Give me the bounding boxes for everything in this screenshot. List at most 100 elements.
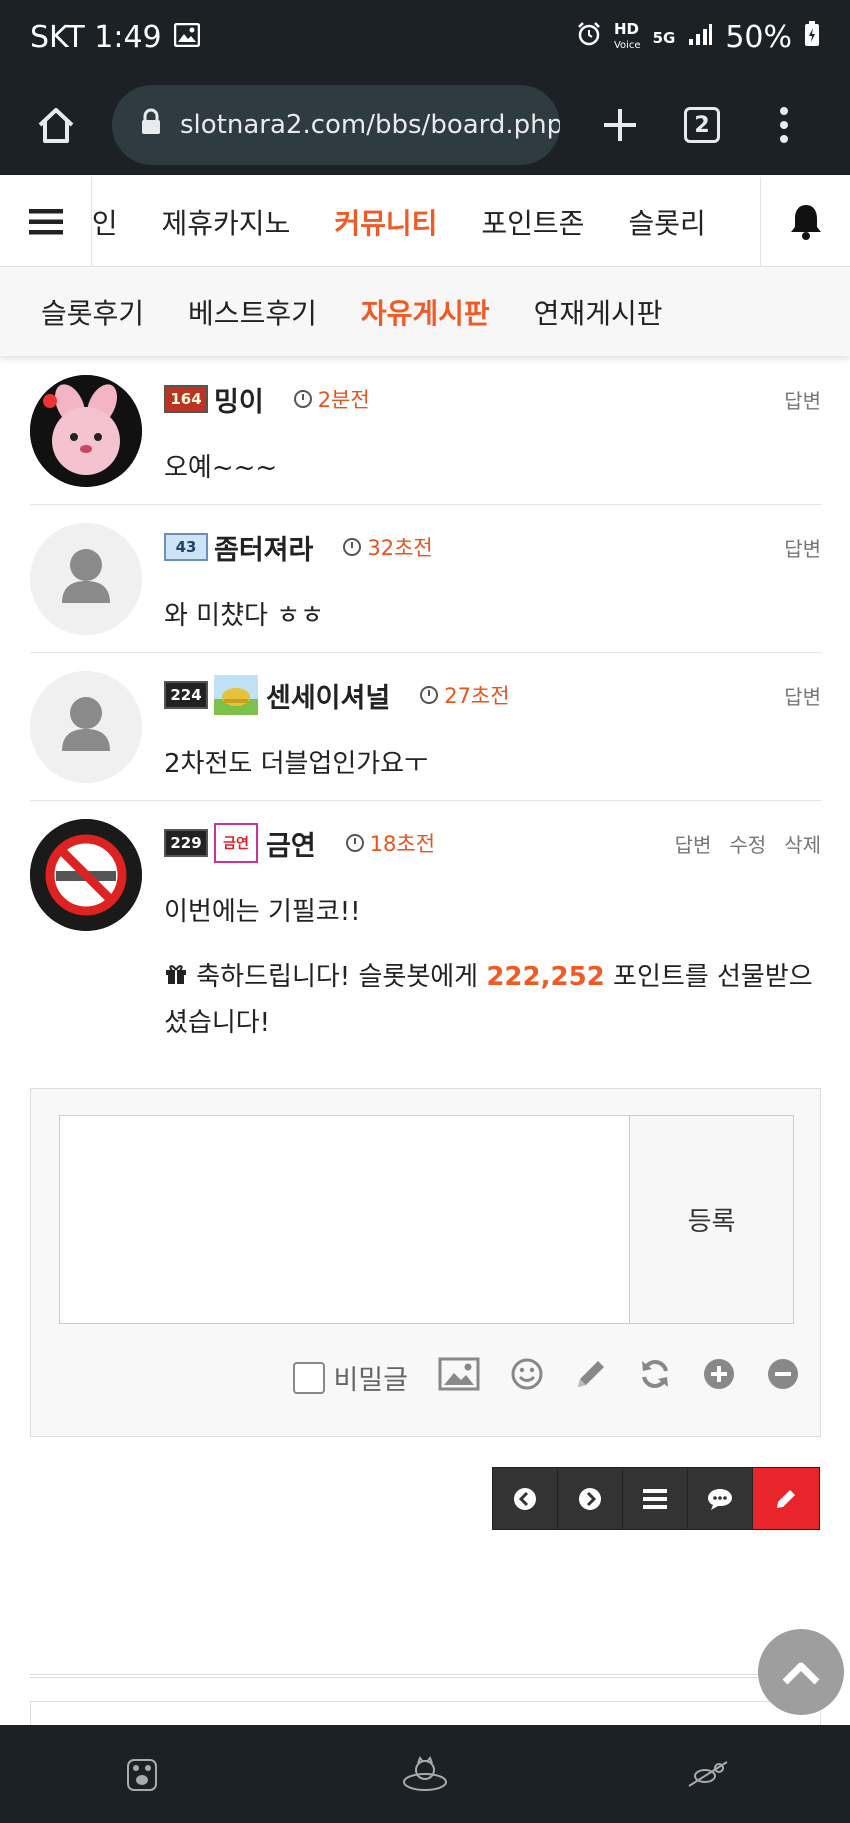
comment-item: 164 밍이 2분전 답변 오예~~~ <box>30 357 821 505</box>
secret-checkbox[interactable]: 비밀글 <box>293 1358 408 1397</box>
comment-textarea[interactable] <box>59 1115 630 1324</box>
next-post-button[interactable] <box>558 1468 623 1529</box>
shrink-minus-icon[interactable] <box>766 1357 800 1398</box>
hamburger-menu-icon[interactable] <box>0 176 92 267</box>
level-badge: 43 <box>164 533 208 561</box>
comment-time: 27초전 <box>420 680 510 710</box>
gift-icon <box>164 962 188 992</box>
comment-text: 오예~~~ <box>164 453 278 483</box>
comment-text: 와 미챴다 ㅎㅎ <box>164 601 325 631</box>
comment-item: 224 센세이셔널 27초전 답변 2차전도 더블업인가요ㅜ <box>30 653 821 801</box>
section-divider <box>30 1674 821 1678</box>
edit-link[interactable]: 수정 <box>729 829 766 858</box>
nav-item-slot[interactable]: 슬롯리 <box>628 202 705 242</box>
carrier-time: SKT 1:49 <box>30 20 162 55</box>
comment-nickname[interactable]: 밍이 <box>214 380 264 419</box>
reply-link[interactable]: 답변 <box>784 681 821 710</box>
no-smoking-avatar <box>30 819 142 931</box>
scroll-top-button[interactable] <box>758 1629 844 1715</box>
comment-actions: 답변 <box>784 681 821 710</box>
comment-list: 164 밍이 2분전 답변 오예~~~ 43 좀터져라 32초전 답변 와 미챴… <box>30 357 821 1066</box>
comment-text: 이번에는 기필코!! <box>164 897 361 927</box>
emoticon-icon[interactable] <box>510 1357 544 1398</box>
comment-nickname[interactable]: 좀터져라 <box>214 528 313 567</box>
avatar <box>30 523 142 635</box>
pencil-icon[interactable] <box>574 1357 608 1398</box>
gallery-icon <box>173 20 200 55</box>
new-tab-icon[interactable] <box>590 95 650 155</box>
secret-label: 비밀글 <box>333 1365 408 1396</box>
comment-nickname[interactable]: 센세이셔널 <box>266 676 390 715</box>
url-text: slotnara2.com/bbs/board.php <box>180 110 560 140</box>
lock-icon <box>140 108 162 143</box>
comment-time: 32초전 <box>343 532 433 562</box>
battery-icon <box>804 20 820 55</box>
clock-icon <box>345 834 364 852</box>
comment-form: 등록 비밀글 <box>30 1088 821 1437</box>
cat-toy-icon[interactable] <box>678 1744 738 1804</box>
home-icon[interactable] <box>26 95 86 155</box>
nav-item-point-zone[interactable]: 포인트존 <box>481 202 584 242</box>
sub-nav: 슬롯후기 베스트후기 자유게시판 연재게시판 <box>0 268 850 356</box>
tab-switcher-button[interactable]: 2 <box>672 95 732 155</box>
reply-link[interactable]: 답변 <box>675 829 712 858</box>
browser-toolbar: slotnara2.com/bbs/board.php 2 <box>0 75 850 175</box>
cat-bowl-icon[interactable] <box>395 1744 455 1804</box>
avatar <box>30 375 142 487</box>
delete-link[interactable]: 삭제 <box>784 829 821 858</box>
reply-link[interactable]: 답변 <box>784 385 821 414</box>
paw-icon[interactable] <box>112 1744 172 1804</box>
reply-link[interactable]: 답변 <box>784 533 821 562</box>
subnav-free-board[interactable]: 자유게시판 <box>361 292 490 332</box>
comment-text: 2차전도 더블업인가요ㅜ <box>164 749 429 779</box>
clock-icon <box>293 390 312 408</box>
comment-button[interactable] <box>688 1468 753 1529</box>
level-badge: 164 <box>164 385 208 413</box>
main-nav: 메인 제휴카지노 커뮤니티 포인트존 슬롯리 <box>0 176 850 267</box>
nav-item-community[interactable]: 커뮤니티 <box>334 202 437 242</box>
tab-count: 2 <box>684 107 720 143</box>
comment-nickname[interactable]: 금연 <box>266 824 316 863</box>
comment-actions: 답변 <box>784 385 821 414</box>
address-bar[interactable]: slotnara2.com/bbs/board.php <box>112 85 560 165</box>
avatar <box>30 671 142 783</box>
custom-badge: 금연 <box>214 823 258 863</box>
comment-time: 2분전 <box>293 384 370 414</box>
nav-item-main[interactable]: 메인 <box>92 202 118 242</box>
gift-prefix: 축하드립니다! 슬롯봇에게 <box>196 962 479 992</box>
network-type: 5G <box>652 28 676 47</box>
list-button[interactable] <box>623 1468 688 1529</box>
signal-icon <box>687 20 713 55</box>
more-menu-icon[interactable] <box>754 95 814 155</box>
gift-notice: 축하드립니다! 슬롯봇에게 222,252 포인트를 선물받으셨습니다! <box>164 954 821 1046</box>
landscape-badge-icon <box>214 675 258 715</box>
bell-icon[interactable] <box>760 176 850 267</box>
main-nav-items: 메인 제휴카지노 커뮤니티 포인트존 슬롯리 <box>92 177 760 267</box>
comment-tools: 비밀글 <box>293 1357 800 1398</box>
image-icon[interactable] <box>438 1357 480 1398</box>
subnav-best-review[interactable]: 베스트후기 <box>188 292 317 332</box>
clock-icon <box>420 686 439 704</box>
alarm-icon <box>576 20 602 55</box>
level-badge: 224 <box>164 681 208 709</box>
status-bar: SKT 1:49 HD Voice 5G 50% <box>0 0 850 75</box>
comment-actions: 답변 <box>784 533 821 562</box>
clock-icon <box>343 538 362 556</box>
post-nav-buttons <box>492 1467 820 1530</box>
hd-voice-icon: HD Voice <box>613 20 641 52</box>
battery-level: 50% <box>725 20 792 55</box>
level-badge: 229 <box>164 829 208 857</box>
bottom-bar <box>0 1725 850 1823</box>
refresh-icon[interactable] <box>638 1357 672 1398</box>
subnav-slot-review[interactable]: 슬롯후기 <box>41 292 144 332</box>
submit-button[interactable]: 등록 <box>629 1115 794 1324</box>
subnav-series-board[interactable]: 연재게시판 <box>534 292 663 332</box>
prev-post-button[interactable] <box>493 1468 558 1529</box>
checkbox-icon[interactable] <box>293 1361 326 1394</box>
expand-plus-icon[interactable] <box>702 1357 736 1398</box>
write-button[interactable] <box>753 1468 819 1529</box>
nav-item-partner-casino[interactable]: 제휴카지노 <box>162 202 291 242</box>
gift-points: 222,252 <box>486 962 605 992</box>
comment-item: 229 금연 금연 18초전 답변 수정 삭제 이번에는 기필코!! 축하드립니… <box>30 801 821 1066</box>
comment-item: 43 좀터져라 32초전 답변 와 미챴다 ㅎㅎ <box>30 505 821 653</box>
